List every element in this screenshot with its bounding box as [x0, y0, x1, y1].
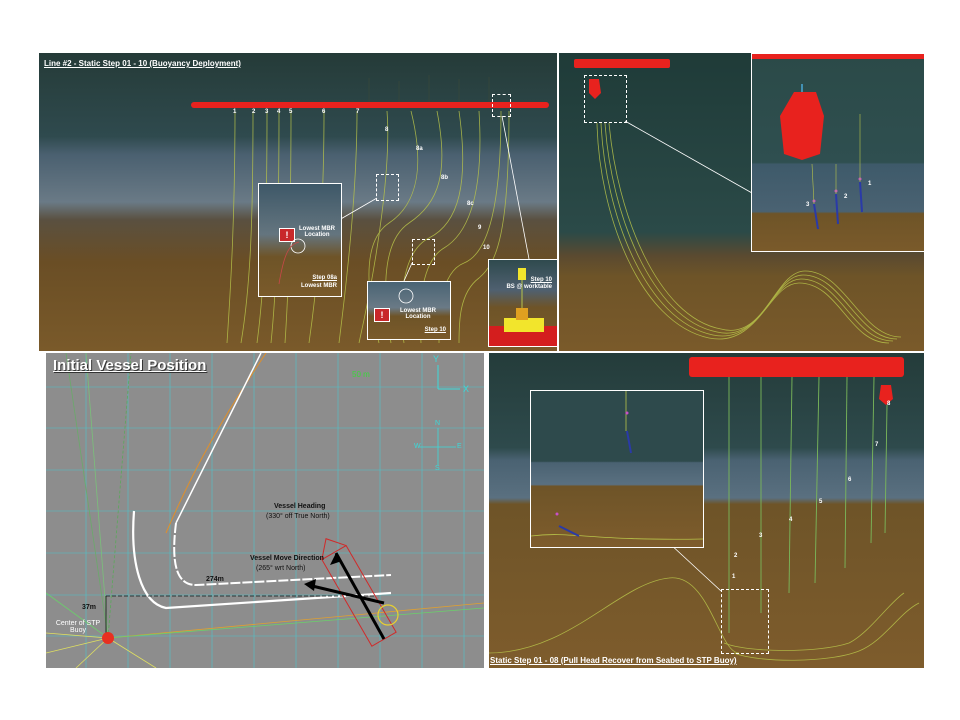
- line-label: 2: [252, 109, 256, 115]
- riser-label: 3: [806, 202, 810, 208]
- axis-x-label: X: [463, 384, 470, 394]
- line-label: 8b: [441, 175, 449, 181]
- panel-pull-head-recover: 1 2 3 4 5 6 7 8 Static Step 01 - 08 (Pul…: [489, 353, 924, 668]
- vessel-heading-label: Vessel Heading: [274, 503, 326, 510]
- distance-vertical: 37m: [82, 604, 97, 611]
- inset-lowest-mbr-step08a: ! Lowest MBR Location Step 08a Lowest MB…: [258, 183, 342, 297]
- line-label: 9: [478, 225, 482, 231]
- step-label: Step 10: [530, 277, 552, 283]
- plan-view: [46, 353, 484, 668]
- panel-initial-vessel-position: Initial Vessel Position 50 m Y X N S E W…: [46, 353, 484, 668]
- compass-s: S: [435, 465, 440, 472]
- panel-title: Initial Vessel Position: [53, 357, 207, 374]
- panel-caption: Static Step 01 - 08 (Pull Head Recover f…: [490, 656, 737, 665]
- line-label: 7: [875, 442, 879, 448]
- line-label: 5: [289, 109, 293, 115]
- focus-box: [412, 239, 435, 265]
- inset-bs-worktable: Step 10 BS @ worktable: [488, 259, 557, 347]
- focus-box: [492, 94, 511, 117]
- distance-horizontal: 274m: [206, 576, 224, 583]
- panel-buoyancy-deployment: Line #2 - Static Step 01 - 10 (Buoyancy …: [39, 53, 557, 351]
- line-label: 1: [233, 109, 237, 115]
- compass-w: W: [414, 443, 421, 450]
- inset-buoy-closeup: 1 2 3: [751, 53, 924, 252]
- compass-n: N: [435, 420, 441, 427]
- riser-label: 1: [868, 181, 872, 187]
- warning-text: Lowest MBR Location: [400, 308, 436, 320]
- scale-label: 50 m: [352, 370, 370, 379]
- step-caption: Lowest MBR: [301, 283, 337, 289]
- line-label: 2: [734, 553, 738, 559]
- riser-label: 2: [844, 194, 848, 200]
- axis-y-label: Y: [433, 354, 440, 364]
- focus-box: [584, 75, 627, 123]
- line-label: 3: [759, 533, 763, 539]
- buoy-graphic: [752, 54, 924, 230]
- line-label: 8: [887, 401, 891, 407]
- line-label: 7: [356, 109, 360, 115]
- line-label: 6: [848, 477, 852, 483]
- line-label: 10: [483, 245, 490, 251]
- step-caption: BS @ worktable: [506, 284, 552, 290]
- vessel-move-value: (265° wrt North): [256, 565, 306, 572]
- warning-icon: !: [374, 308, 390, 322]
- worktable-graphic: [489, 268, 557, 346]
- focus-box: [376, 174, 399, 201]
- vessel-move-label: Vessel Move Direction: [250, 555, 324, 562]
- step-label: Step 10: [424, 327, 446, 333]
- line-label: 3: [265, 109, 269, 115]
- stp-buoy-label: Center of STP Buoy: [55, 620, 101, 634]
- step-label: Step 08a: [312, 275, 337, 281]
- line-label: 8c: [467, 201, 474, 207]
- focus-box: [721, 589, 769, 654]
- vessel-heading-value: (330° off True North): [266, 513, 330, 520]
- inset-pull-head-closeup: [530, 390, 704, 548]
- line-label: 6: [322, 109, 326, 115]
- inset-lowest-mbr-step10: ! Lowest MBR Location Step 10: [367, 281, 451, 340]
- vessel-deck: [574, 59, 670, 68]
- line-label: 4: [277, 109, 281, 115]
- line-label: 8: [385, 127, 389, 133]
- line-label: 8a: [416, 146, 423, 152]
- line-label: 5: [819, 499, 823, 505]
- pull-head-graphic: [531, 391, 703, 540]
- compass-e: E: [457, 443, 462, 450]
- panel-buoy-detail: 1 2 3: [559, 53, 924, 351]
- line-label: 4: [789, 517, 793, 523]
- line-label: 1: [732, 574, 736, 580]
- panel-title: Line #2 - Static Step 01 - 10 (Buoyancy …: [44, 59, 241, 68]
